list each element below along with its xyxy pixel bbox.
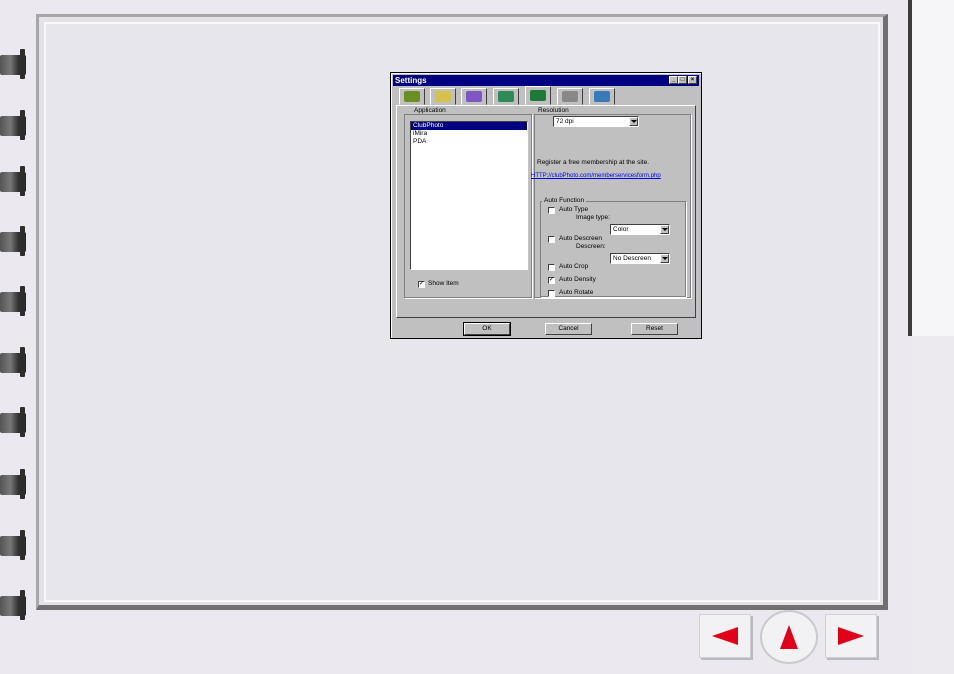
binder-ring — [0, 407, 26, 437]
auto-descreen-checkbox[interactable] — [548, 236, 555, 243]
gear-document-icon — [404, 91, 420, 102]
binder-ring — [0, 110, 26, 140]
tab-gear-document[interactable] — [399, 88, 425, 105]
right-margin-strip — [912, 0, 954, 336]
auto-density-label: Auto Density — [559, 276, 596, 283]
previous-page-arrow-icon — [712, 627, 738, 645]
auto-function-label: Auto Function — [542, 197, 587, 204]
auto-rotate-label: Auto Rotate — [559, 289, 594, 296]
descreen-value: No Descreen — [613, 255, 651, 262]
binder-ring — [0, 166, 26, 196]
resolution-value: 72 dpi — [556, 118, 574, 125]
up-arrow-icon — [780, 625, 798, 649]
maximize-button[interactable]: □ — [678, 76, 687, 84]
list-item[interactable]: PDA — [411, 138, 527, 146]
list-item[interactable]: iMira — [411, 130, 527, 138]
show-item-checkbox[interactable]: ✓ — [418, 281, 425, 288]
resolution-select[interactable]: 72 dpi — [553, 116, 639, 127]
home-button[interactable] — [760, 610, 818, 664]
chevron-down-icon[interactable] — [660, 254, 669, 263]
binder-ring — [0, 286, 26, 316]
tab-globe[interactable] — [493, 88, 519, 105]
right-margin-divider — [908, 0, 912, 336]
auto-type-checkbox[interactable] — [548, 207, 555, 214]
binder-ring — [0, 226, 26, 256]
scanner-icon — [594, 91, 610, 102]
tab-scanner[interactable] — [589, 88, 615, 105]
close-button[interactable]: × — [688, 76, 697, 84]
application-listbox[interactable]: ClubPhoto iMira PDA — [410, 121, 528, 270]
chevron-down-icon[interactable] — [660, 225, 669, 234]
auto-density-checkbox[interactable]: ✓ — [548, 277, 555, 284]
chevron-down-icon[interactable] — [629, 117, 638, 126]
binder-ring — [0, 469, 26, 499]
resolution-group-label: Resolution — [536, 107, 571, 114]
auto-crop-label: Auto Crop — [559, 263, 589, 270]
auto-type-label: Auto Type — [559, 206, 589, 213]
tab-w-document[interactable] — [461, 88, 487, 105]
binder-ring — [0, 530, 26, 560]
image-type-select[interactable]: Color — [610, 224, 670, 235]
descreen-label: Descreen: — [576, 243, 606, 250]
reset-button[interactable]: Reset — [631, 323, 678, 335]
dialog-title: Settings — [395, 76, 427, 85]
list-item[interactable]: ClubPhoto — [411, 122, 527, 130]
previous-page-button[interactable] — [699, 614, 751, 658]
image-type-label: Image type: — [576, 214, 610, 221]
application-group-label: Application — [412, 107, 448, 114]
network-gear-icon — [530, 90, 546, 101]
right-lower-margin — [912, 336, 954, 674]
tab-network-gear[interactable] — [525, 86, 551, 105]
w-document-icon — [466, 91, 482, 102]
auto-descreen-label: Auto Descreen — [559, 235, 602, 242]
register-text: Register a free membership at the site. — [537, 159, 649, 166]
ok-button[interactable]: OK — [463, 322, 511, 336]
auto-rotate-checkbox[interactable] — [548, 290, 555, 297]
image-type-value: Color — [613, 226, 629, 233]
gear-pair-icon — [562, 91, 578, 102]
globe-icon — [498, 91, 514, 102]
folder-photo-icon — [435, 91, 451, 102]
binder-ring — [0, 590, 26, 620]
binder-ring — [0, 49, 26, 79]
show-item-label: Show Item — [428, 280, 459, 287]
cancel-button[interactable]: Cancel — [545, 323, 592, 335]
next-page-button[interactable] — [825, 614, 877, 658]
dialog-titlebar: Settings _ □ × — [393, 75, 699, 86]
auto-crop-checkbox[interactable] — [548, 264, 555, 271]
tab-gear-pair[interactable] — [557, 88, 583, 105]
next-page-arrow-icon — [838, 627, 864, 645]
tab-folder-photo[interactable] — [430, 88, 456, 105]
binder-ring — [0, 347, 26, 377]
descreen-select[interactable]: No Descreen — [610, 253, 670, 264]
minimize-button[interactable]: _ — [669, 76, 678, 84]
register-link[interactable]: HTTP://clubPhoto.com/memberservicesform.… — [531, 173, 661, 179]
